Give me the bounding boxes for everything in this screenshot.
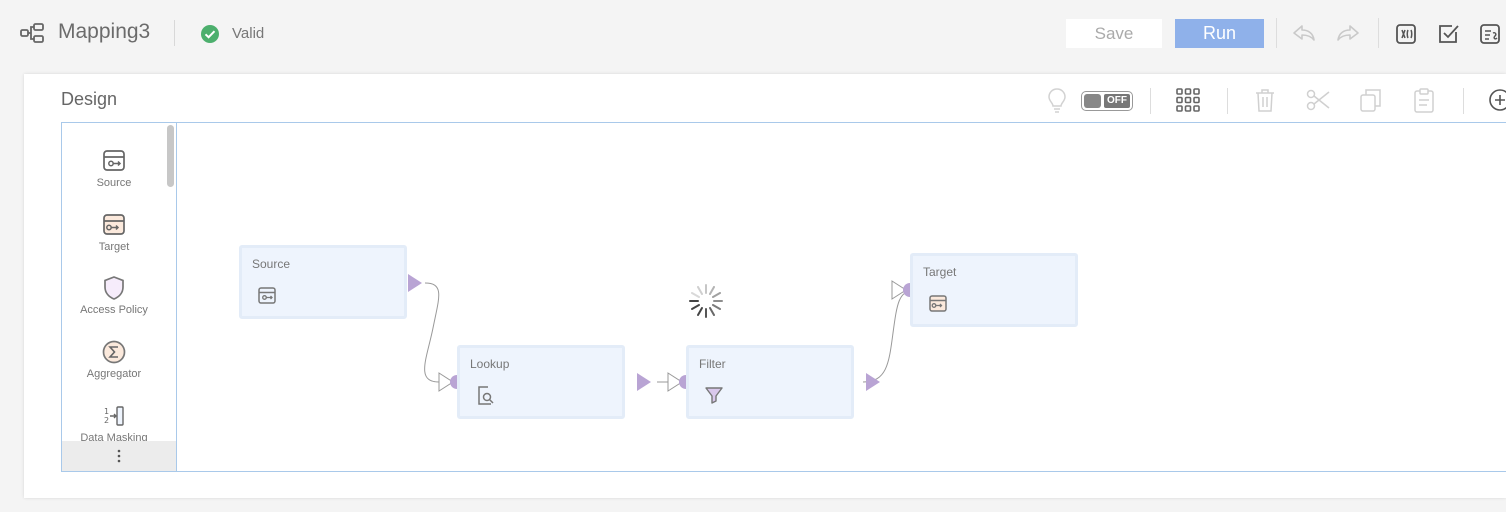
node-title: Lookup [470,357,510,371]
palette-item-target[interactable]: Target [62,212,166,253]
palette-scrollbar[interactable] [167,125,174,187]
source-icon [258,287,276,304]
redo-icon[interactable] [1335,21,1361,47]
link-filter-target [862,290,914,383]
node-target[interactable]: Target [910,253,1078,327]
more-vertical-icon[interactable] [112,447,126,465]
toolbar-divider [1227,88,1228,114]
node-filter[interactable]: Filter [686,345,854,419]
zoom-in-icon[interactable] [1486,86,1506,114]
design-panel: Design OFF Source Target Access Policy A… [24,74,1506,498]
cut-icon[interactable] [1304,86,1332,114]
palette-item-aggregator[interactable]: Aggregator [62,339,166,380]
lookup-icon [478,386,494,405]
mapping-icon [20,23,44,43]
node-title: Source [252,257,291,271]
lightbulb-icon[interactable] [1043,86,1071,114]
palette-item-access-policy[interactable]: Access Policy [62,275,166,316]
toolbar-divider [1463,88,1464,114]
link-source-lookup [424,282,440,383]
header-divider [174,20,175,46]
mapping-title: Mapping3 [58,20,151,43]
transformation-palette: Source Target Access Policy Aggregator 1… [62,123,177,471]
header-divider [1276,18,1277,48]
palette-more[interactable] [62,441,176,471]
loading-spinner-icon [689,284,723,318]
flow-area[interactable]: Source Lookup Filter Target [177,123,1506,471]
header-divider [1378,18,1379,48]
output-port [637,373,651,391]
data-masking-icon: 1 2 [104,406,124,426]
source-icon [103,150,125,171]
palette-item-data-masking[interactable]: 1 2 Data Masking [62,403,166,444]
node-title: Target [923,265,957,279]
palette-item-label: Aggregator [86,368,142,380]
check-circle-icon [201,25,219,43]
node-lookup[interactable]: Lookup [457,345,625,419]
validate-icon[interactable] [1436,21,1462,47]
palette-item-source[interactable]: Source [62,148,166,189]
copy-icon[interactable] [1357,86,1385,114]
validation-status: Valid [232,25,265,42]
grid-icon[interactable] [1174,86,1202,114]
node-title: Filter [699,357,726,371]
mapping-canvas[interactable]: Source Target Access Policy Aggregator 1… [61,122,1506,472]
node-source[interactable]: Source [239,245,407,319]
run-button[interactable]: Run [1175,19,1264,48]
toolbar-divider [1150,88,1151,114]
toggle-knob [1084,94,1101,108]
toggle-state-label: OFF [1104,94,1130,108]
parameters-icon[interactable] [1394,21,1420,47]
filter-icon [705,387,723,404]
svg-text:2: 2 [104,416,109,425]
target-icon [103,214,125,235]
output-port [408,274,422,292]
save-button[interactable]: Save [1066,19,1162,48]
sigma-icon [102,340,126,364]
auto-layout-toggle[interactable]: OFF [1081,91,1133,111]
undo-icon[interactable] [1291,21,1317,47]
design-panel-title: Design [61,89,118,109]
palette-item-label: Access Policy [80,304,148,316]
paste-icon[interactable] [1410,86,1438,114]
target-icon [929,295,947,312]
svg-text:1: 1 [104,407,109,416]
palette-item-label: Target [98,241,130,253]
delete-icon[interactable] [1251,86,1279,114]
header-bar: Mapping3 Valid Save Run [0,0,1506,66]
shield-icon [104,276,124,300]
mapping-properties-icon[interactable] [1478,21,1504,47]
palette-item-label: Source [96,177,132,189]
output-port [866,373,880,391]
